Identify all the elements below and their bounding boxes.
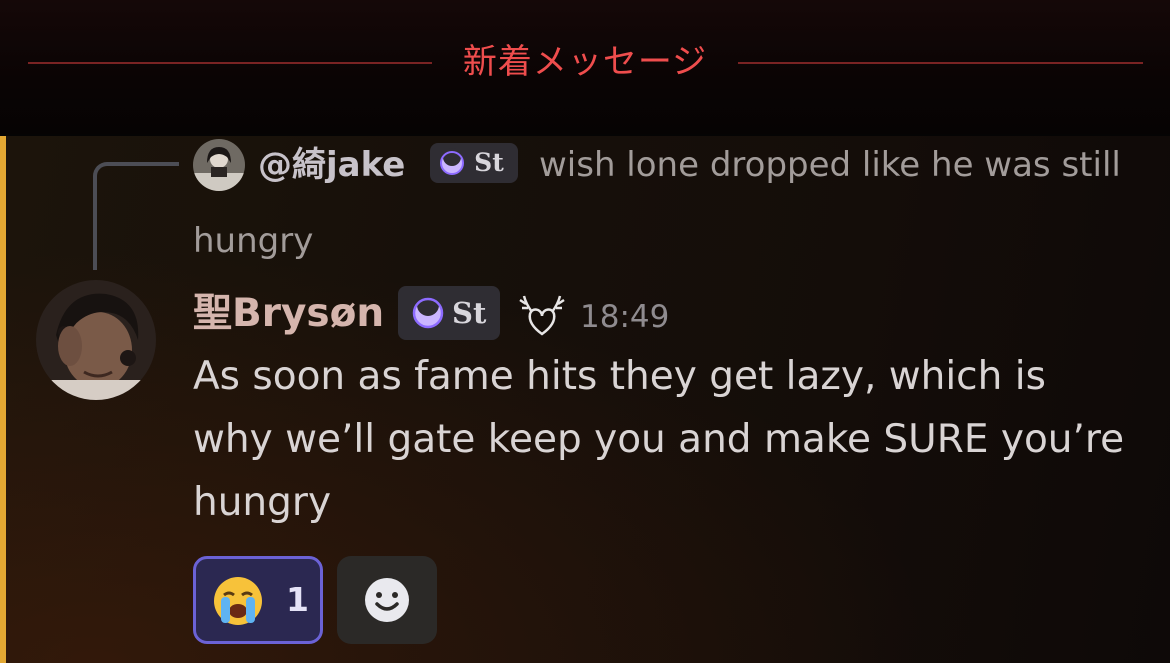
chat-frame: 新着メッセージ @綺jake St wish lone dropped like… [0,0,1170,663]
loudly-crying-face-icon [212,575,264,627]
reaction-count: 1 [286,580,309,619]
message-timestamp: 18:49 [580,299,670,335]
reply-avatar[interactable] [193,139,245,191]
message-content: As soon as fame hits they get lazy, whic… [193,345,1153,534]
reply-message-text-continued: hungry [193,221,314,261]
author-avatar[interactable] [36,280,156,400]
author-name[interactable]: 聖Brysøn [193,285,384,343]
message-line: As soon as fame hits they get lazy, whic… [193,354,1046,399]
reply-message-text: wish lone dropped like he was still [538,145,1121,185]
divider-line-right [738,62,1143,64]
author-server-tag: St [398,286,500,340]
message-line: hungry [193,480,332,525]
mention-highlight-bar [0,136,6,663]
new-messages-divider: 新着メッセージ [0,0,1170,134]
add-reaction-button[interactable] [337,556,437,644]
new-messages-label: 新着メッセージ [462,42,708,82]
reply-connector [93,162,179,270]
author-tag-label: St [452,296,487,330]
crescent-icon [440,148,465,175]
reply-preview[interactable]: @綺jake St wish lone dropped like he was … [258,138,1121,192]
message-line: why we’ll gate keep you and make SURE yo… [193,417,1125,462]
reply-tag-label: St [474,148,504,177]
reaction-crying-button[interactable]: 1 [193,556,323,644]
smiley-add-icon [363,576,411,624]
crescent-icon [412,294,444,329]
reply-author-name[interactable]: @綺jake [258,138,405,192]
antler-heart-icon [516,290,568,342]
reply-server-tag: St [430,143,519,183]
divider-line-left [28,62,432,64]
